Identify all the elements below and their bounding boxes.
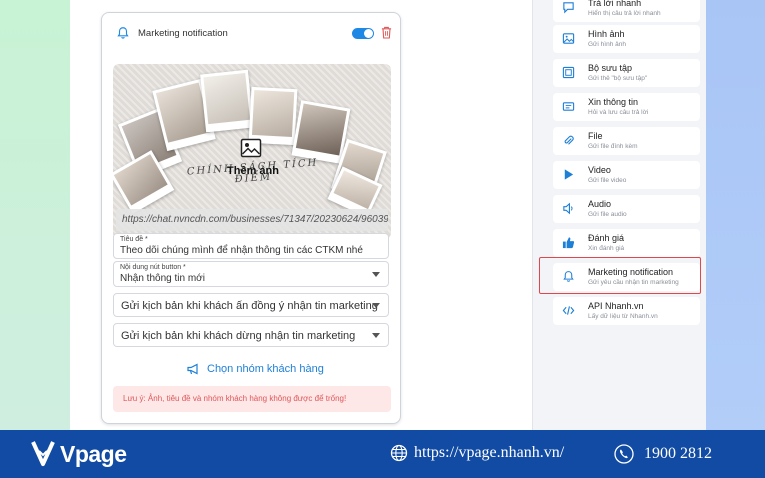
panel-item-label: API Nhanh.vn bbox=[588, 301, 644, 311]
speaker-icon bbox=[563, 202, 573, 215]
gallery-icon bbox=[562, 66, 575, 79]
phone-icon bbox=[614, 444, 634, 464]
chevron-down-icon[interactable] bbox=[372, 333, 380, 338]
panel-item-ask-info[interactable]: Xin thông tin Hỏi và lưu câu trả lời bbox=[553, 93, 700, 121]
panel-item-desc: Hỏi và lưu câu trả lời bbox=[588, 109, 649, 116]
image-url-field[interactable]: https://chat.nvncdn.com/businesses/71347… bbox=[116, 209, 388, 231]
website-link[interactable]: https://vpage.nhanh.vn/ bbox=[390, 444, 564, 462]
chevron-down-icon[interactable] bbox=[372, 272, 380, 277]
image-upload-area[interactable]: CHÍNH SÁCH TÍCH ĐIỂM Thêm ảnh https://ch… bbox=[113, 64, 391, 239]
panel-item-label: Xin thông tin bbox=[588, 97, 639, 107]
thumbs-up-icon bbox=[562, 237, 575, 249]
panel-item-label: Video bbox=[588, 165, 611, 175]
panel-item-desc: Gửi file video bbox=[588, 177, 627, 184]
panel-item-desc: Gửi hình ảnh bbox=[588, 41, 626, 48]
panel-item-file[interactable]: File Gửi file đính kèm bbox=[553, 127, 700, 155]
panel-item-desc: Gửi file đính kèm bbox=[588, 143, 638, 150]
add-image-label[interactable]: Thêm ảnh bbox=[203, 165, 303, 177]
chevron-down-icon[interactable] bbox=[372, 303, 380, 308]
panel-item-label: Hình ảnh bbox=[588, 29, 625, 39]
card-title: Marketing notification bbox=[138, 28, 228, 39]
panel-item-audio[interactable]: Audio Gửi file audio bbox=[553, 195, 700, 223]
preview-photo bbox=[200, 69, 254, 133]
panel-item-desc: Gửi thẻ "bộ sưu tập" bbox=[588, 75, 648, 82]
background-right bbox=[706, 0, 765, 430]
title-field-value[interactable]: Theo dõi chúng mình để nhận thông tin cá… bbox=[120, 245, 363, 256]
preview-photo bbox=[248, 86, 298, 146]
select-stop-script[interactable]: Gửi kịch bản khi khách dừng nhận tin mar… bbox=[113, 323, 389, 347]
globe-icon bbox=[390, 444, 408, 462]
vpage-logo-icon bbox=[31, 441, 55, 466]
panel-item-desc: Lấy dữ liệu từ Nhanh.vn bbox=[588, 313, 658, 320]
megaphone-icon bbox=[187, 363, 198, 375]
button-content-value[interactable]: Nhận thông tin mới bbox=[120, 273, 205, 284]
paperclip-icon bbox=[564, 135, 574, 145]
button-content-field[interactable]: Nội dung nút button * Nhận thông tin mới bbox=[113, 261, 389, 287]
bell-icon bbox=[117, 27, 129, 39]
brand-name: Vpage bbox=[60, 440, 127, 467]
panel-item-label: Audio bbox=[588, 199, 612, 209]
title-field-label: Tiêu đề * bbox=[120, 236, 148, 243]
panel-item-video[interactable]: Video Gửi file video bbox=[553, 161, 700, 189]
button-content-label: Nội dung nút button * bbox=[120, 264, 186, 271]
warning-note: Lưu ý: Ảnh, tiêu đề và nhóm khách hàng k… bbox=[113, 386, 391, 412]
code-icon bbox=[562, 306, 575, 315]
hotline-number: 1900 2812 bbox=[644, 445, 712, 462]
brand-logo[interactable]: Vpage bbox=[30, 439, 127, 469]
choose-customer-group-button[interactable]: Chọn nhóm khách hàng bbox=[187, 363, 324, 375]
card-header: Marketing notification bbox=[102, 13, 400, 53]
panel-item-gallery[interactable]: Bộ sưu tập Gửi thẻ "bộ sưu tập" bbox=[553, 59, 700, 87]
panel-item-label: Trả lời nhanh bbox=[588, 0, 642, 8]
select-stop-text: Gửi kịch bản khi khách dừng nhận tin mar… bbox=[121, 330, 356, 342]
select-agree-script[interactable]: Gửi kịch bản khi khách ấn đồng ý nhận ti… bbox=[113, 293, 389, 317]
panel-item-api[interactable]: API Nhanh.vn Lấy dữ liệu từ Nhanh.vn bbox=[553, 297, 700, 325]
panel-item-label: Bộ sưu tập bbox=[588, 63, 633, 73]
website-url: https://vpage.nhanh.vn/ bbox=[414, 444, 565, 461]
background-left bbox=[0, 0, 70, 430]
form-icon bbox=[562, 102, 575, 111]
footer-banner: Vpage https://vpage.nhanh.vn/ 1900 2812 bbox=[0, 430, 765, 478]
image-icon bbox=[562, 33, 575, 44]
hotline[interactable]: 1900 2812 bbox=[614, 444, 712, 464]
choose-customer-group-label: Chọn nhóm khách hàng bbox=[207, 363, 324, 375]
panel-item-quick-reply[interactable]: Trả lời nhanh Hiển thị câu trả lời nhanh bbox=[553, 0, 700, 22]
panel-item-label: Đánh giá bbox=[588, 233, 625, 243]
panel-item-desc: Gửi file audio bbox=[588, 211, 627, 218]
highlight-box bbox=[539, 257, 701, 294]
panel-item-desc: Hiển thị câu trả lời nhanh bbox=[588, 10, 661, 17]
toggle-knob bbox=[364, 29, 373, 38]
panel-item-label: File bbox=[588, 131, 603, 141]
title-field[interactable]: Tiêu đề * Theo dõi chúng mình để nhận th… bbox=[113, 233, 389, 259]
add-image-icon[interactable] bbox=[240, 138, 262, 158]
trash-icon[interactable] bbox=[381, 26, 392, 39]
enable-toggle[interactable] bbox=[352, 28, 374, 39]
panel-item-image[interactable]: Hình ảnh Gửi hình ảnh bbox=[553, 25, 700, 53]
quick-reply-icon bbox=[563, 2, 574, 14]
marketing-notification-card: Marketing notification CHÍNH SÁCH TÍCH Đ… bbox=[101, 12, 401, 424]
play-icon bbox=[564, 169, 574, 180]
panel-item-desc: Xin đánh giá bbox=[588, 245, 625, 252]
panel-item-rating[interactable]: Đánh giá Xin đánh giá bbox=[553, 229, 700, 257]
select-agree-text: Gửi kịch bản khi khách ấn đồng ý nhận ti… bbox=[121, 300, 378, 312]
